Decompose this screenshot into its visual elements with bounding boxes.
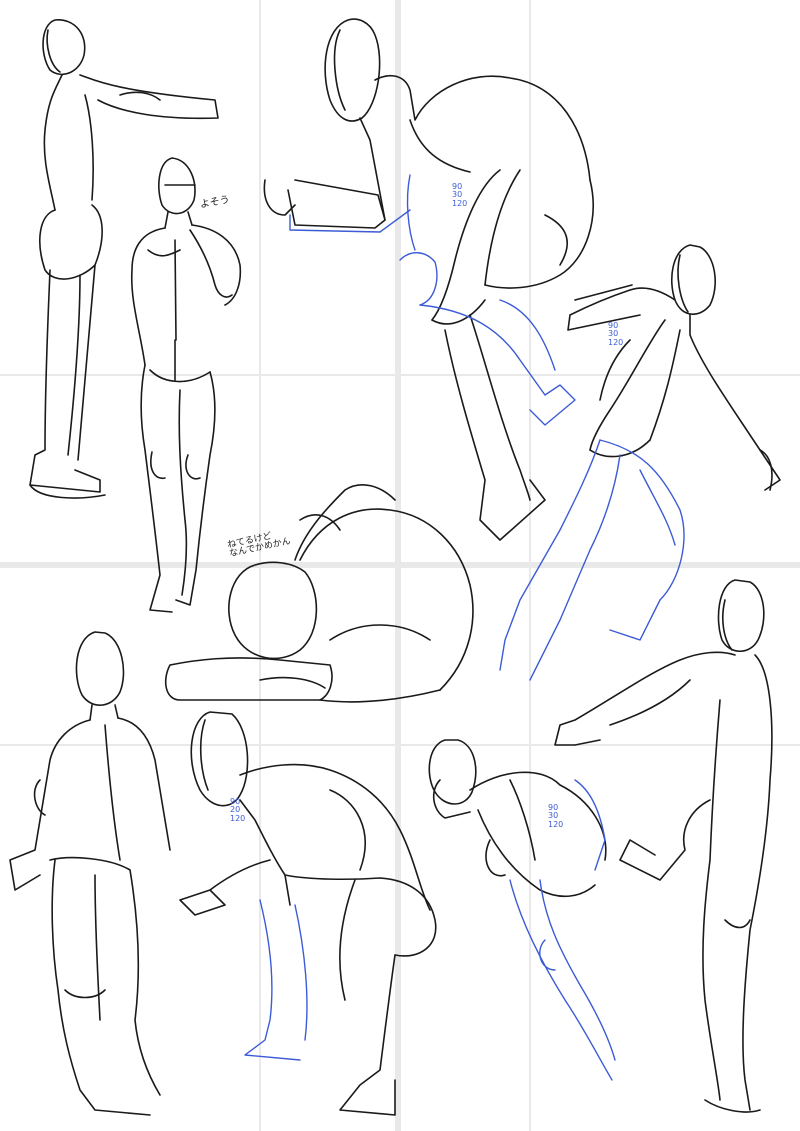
figure-7-back-standing (9, 631, 171, 1116)
figure-10-arm-extended (554, 579, 773, 1113)
figure-9-angle-notes: 90 30 120 (548, 803, 564, 829)
figure-3-forward-lean (263, 18, 594, 541)
gesture-sketch-sheet (0, 0, 800, 1131)
figure-5-angle-notes: 90 30 120 (608, 321, 624, 347)
figure-1-back-pointing (29, 19, 219, 499)
figure-4-running (567, 244, 781, 491)
figure-9-fists-pose (428, 739, 607, 898)
figure-4-angle-notes: 90 30 120 (452, 182, 468, 208)
figure-6-lying-down (164, 484, 474, 703)
figure-8-angle-notes: 90 20 120 (230, 797, 246, 823)
figure-2-front-standing (130, 157, 242, 613)
blue-construction-layer (244, 174, 685, 1081)
